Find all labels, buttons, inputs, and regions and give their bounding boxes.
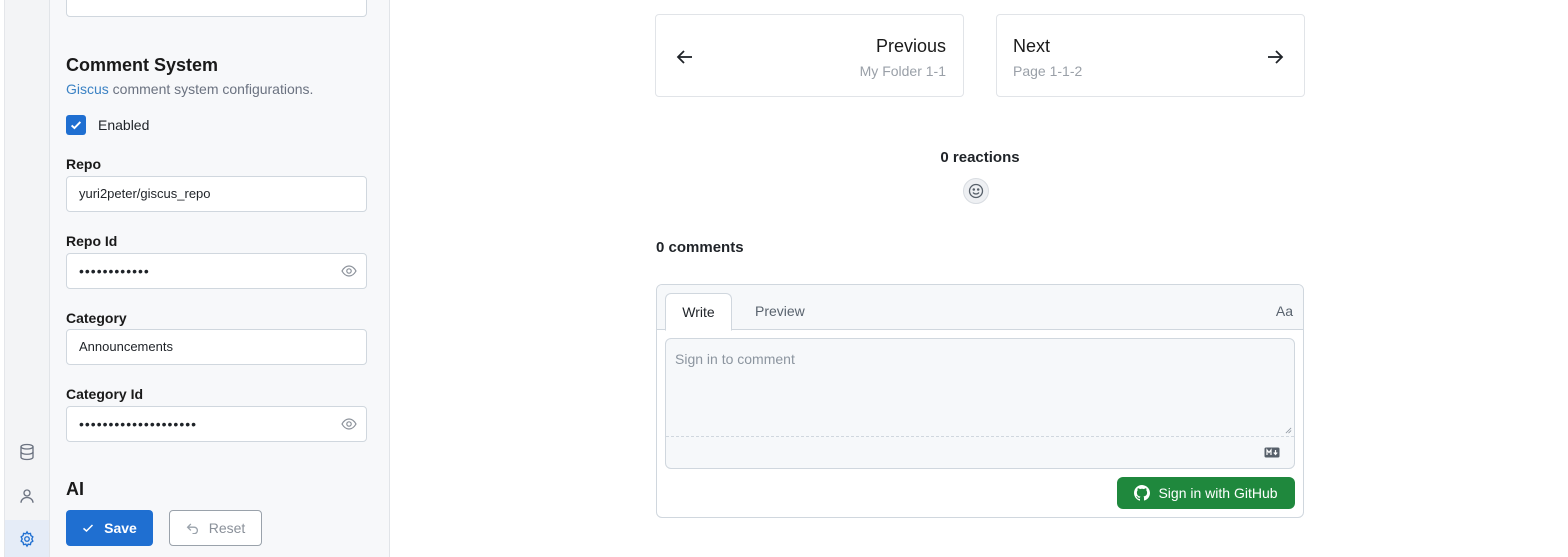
app: Comment System Giscus comment system con…	[0, 0, 1568, 557]
comment-tabbar: Write Preview Aa	[657, 285, 1303, 331]
repo-id-input[interactable]: ••••••••••••	[66, 253, 367, 289]
next-page-card[interactable]: Next Page 1-1-2	[996, 14, 1305, 97]
arrow-left-icon	[676, 50, 692, 64]
repo-label: Repo	[66, 156, 101, 172]
add-reaction-button[interactable]	[963, 178, 989, 204]
description-text: comment system configurations.	[108, 81, 314, 97]
category-label: Category	[66, 310, 127, 326]
next-label: Next	[1013, 36, 1051, 56]
markdown-icon	[1264, 447, 1280, 458]
check-icon	[83, 524, 94, 533]
reset-button[interactable]: Reset	[169, 510, 262, 546]
comment-system-title: Comment System	[66, 55, 219, 75]
comment-textarea[interactable]: Sign in to comment	[665, 338, 1295, 469]
category-id-label: Category Id	[66, 386, 144, 402]
comment-system-description: Giscus comment system configurations.	[66, 81, 313, 97]
save-button[interactable]: Save	[66, 510, 153, 546]
category-value: Announcements	[79, 339, 173, 354]
github-icon	[1134, 485, 1151, 501]
giscus-link[interactable]: Giscus	[66, 81, 109, 97]
enabled-checkbox[interactable]	[66, 115, 86, 135]
repo-input[interactable]: yuri2peter/giscus_repo	[66, 176, 367, 212]
enabled-label: Enabled	[98, 117, 150, 133]
smiley-icon	[968, 183, 984, 199]
reset-label: Reset	[208, 520, 246, 536]
user-icon	[20, 489, 34, 503]
sign-in-label: Sign in with GitHub	[1158, 485, 1278, 501]
repo-value: yuri2peter/giscus_repo	[79, 186, 211, 201]
ai-section-title: AI	[66, 479, 84, 499]
check-icon	[70, 121, 82, 130]
save-label: Save	[104, 520, 137, 536]
font-toggle-button[interactable]: Aa	[1276, 303, 1293, 319]
repo-id-label: Repo Id	[66, 233, 118, 249]
category-input[interactable]: Announcements	[66, 329, 367, 365]
comment-box: Write Preview Aa Sign in to comment Sign…	[656, 284, 1304, 518]
arrow-right-icon	[1268, 50, 1284, 64]
previous-label: Previous	[875, 36, 946, 56]
gear-icon	[20, 530, 34, 548]
comments-count: 0 comments	[656, 239, 744, 256]
database-icon	[20, 443, 34, 461]
category-id-value: ••••••••••••••••••••	[79, 416, 198, 432]
next-page-title: Page 1-1-2	[1013, 63, 1083, 79]
undo-icon	[186, 523, 198, 534]
eye-icon[interactable]	[341, 264, 357, 278]
comment-placeholder: Sign in to comment	[675, 351, 795, 367]
tab-write[interactable]: Write	[665, 293, 732, 331]
textarea-divider	[666, 436, 1294, 437]
previous-field-input[interactable]	[66, 0, 367, 17]
resize-handle-icon[interactable]	[1285, 427, 1292, 434]
rail-edge	[0, 0, 5, 557]
sign-in-github-button[interactable]: Sign in with GitHub	[1117, 477, 1295, 509]
previous-page-card[interactable]: Previous My Folder 1-1	[655, 14, 964, 97]
previous-page-title: My Folder 1-1	[859, 63, 946, 79]
settings-button[interactable]	[5, 520, 49, 557]
icon-rail	[0, 0, 50, 557]
category-id-input[interactable]: ••••••••••••••••••••	[66, 406, 367, 442]
eye-icon[interactable]	[341, 417, 357, 431]
settings-panel: Comment System Giscus comment system con…	[50, 0, 390, 557]
tab-preview[interactable]: Preview	[747, 293, 813, 329]
repo-id-value: ••••••••••••	[79, 263, 150, 279]
user-button[interactable]	[5, 477, 49, 515]
reactions-count: 0 reactions	[940, 149, 1020, 166]
database-button[interactable]	[5, 433, 49, 471]
